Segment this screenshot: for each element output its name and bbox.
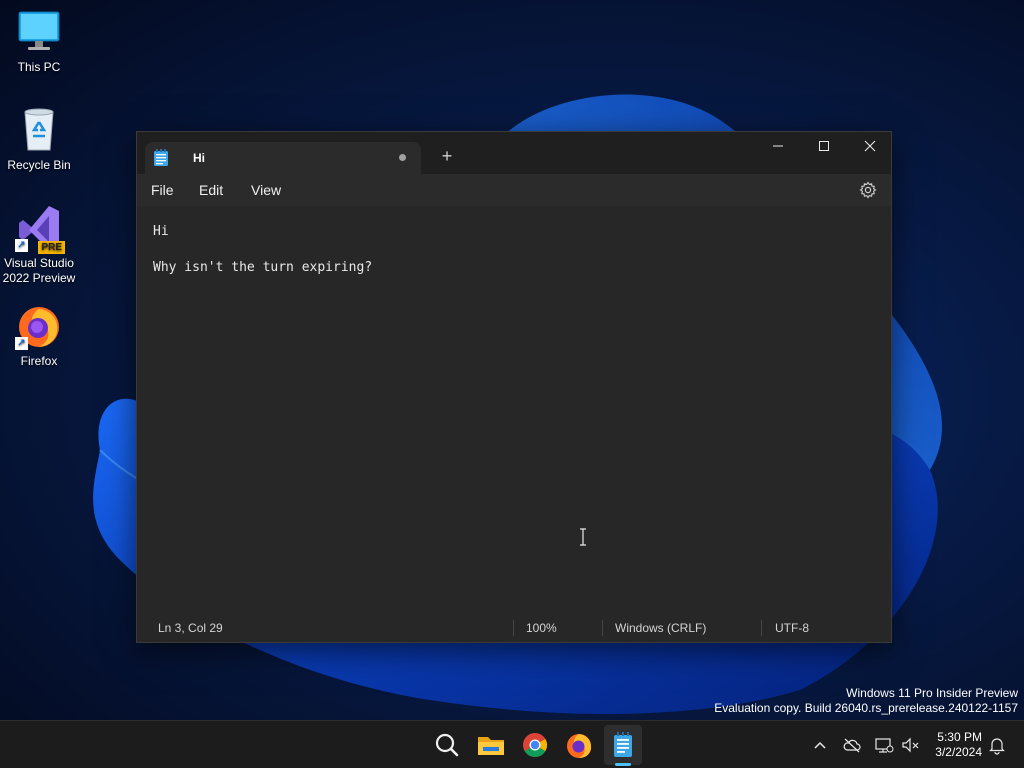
text-editor[interactable]: Hi Why isn't the turn expiring?: [137, 206, 891, 616]
cursor-position: Ln 3, Col 29: [158, 621, 223, 635]
firefox-icon: ↗: [15, 302, 63, 350]
encoding[interactable]: UTF-8: [775, 621, 809, 635]
shortcut-arrow-icon: ↗: [15, 239, 28, 252]
maximize-button[interactable]: [801, 132, 847, 162]
desktop-icon-label: 2022 Preview: [2, 271, 76, 285]
minimize-button[interactable]: [755, 132, 801, 162]
search-icon[interactable]: [431, 729, 463, 761]
settings-gear-icon[interactable]: [859, 181, 877, 199]
shortcut-arrow-icon: ↗: [15, 337, 28, 350]
editor-line: Why isn't the turn expiring?: [153, 260, 373, 275]
desktop-icon-visual-studio[interactable]: PRE ↗ Visual Studio 2022 Preview: [1, 204, 77, 286]
status-bar: Ln 3, Col 29 100% Windows (CRLF) UTF-8: [137, 614, 891, 642]
pre-badge: PRE: [38, 241, 65, 254]
file-explorer-icon[interactable]: [475, 729, 507, 761]
monitor-icon: [15, 8, 63, 56]
desktop-icon-label: Firefox: [20, 354, 58, 368]
onedrive-offline-icon[interactable]: [842, 735, 862, 755]
volume-muted-icon[interactable]: [900, 735, 920, 755]
status-divider: [602, 620, 603, 636]
system-clock[interactable]: 5:30 PM 3/2/2024: [935, 730, 982, 760]
menu-edit[interactable]: Edit: [199, 182, 223, 198]
visual-studio-icon: PRE ↗: [15, 204, 65, 254]
network-icon[interactable]: [874, 735, 894, 755]
desktop-icon-label: This PC: [17, 60, 61, 74]
desktop-icon-label: Visual Studio: [4, 256, 74, 270]
menu-bar: File Edit View: [137, 174, 891, 206]
tab-hi[interactable]: Hi: [145, 142, 421, 174]
editor-line: Hi: [153, 224, 169, 239]
menu-view[interactable]: View: [251, 182, 281, 198]
notepad-icon[interactable]: [607, 729, 639, 761]
tab-title: Hi: [193, 151, 205, 165]
taskbar: 5:30 PM 3/2/2024: [0, 720, 1024, 768]
windows-watermark: Windows 11 Pro Insider Preview Evaluatio…: [714, 686, 1018, 716]
chrome-icon[interactable]: [519, 729, 551, 761]
clock-time: 5:30 PM: [937, 730, 982, 744]
active-app-indicator: [615, 763, 631, 766]
watermark-line: Windows 11 Pro Insider Preview: [846, 686, 1018, 700]
chevron-up-icon[interactable]: [810, 735, 830, 755]
desktop-icon-firefox[interactable]: ↗ Firefox: [1, 302, 77, 369]
line-ending[interactable]: Windows (CRLF): [615, 621, 706, 635]
notepad-icon: [153, 149, 169, 167]
zoom-level[interactable]: 100%: [526, 621, 557, 635]
notepad-window: Hi + File Edit View Hi Why isn't the tur…: [136, 131, 892, 643]
desktop-icon-label: Recycle Bin: [7, 158, 71, 172]
close-button[interactable]: [847, 132, 893, 162]
unsaved-dot-icon[interactable]: [399, 154, 406, 161]
desktop-icon-recycle-bin[interactable]: Recycle Bin: [1, 106, 77, 173]
title-bar[interactable]: Hi +: [137, 132, 891, 174]
menu-file[interactable]: File: [151, 182, 174, 198]
recycle-bin-icon: [15, 106, 63, 154]
desktop-icon-this-pc[interactable]: This PC: [1, 8, 77, 75]
text-cursor-icon: [578, 528, 588, 546]
clock-date: 3/2/2024: [935, 745, 982, 759]
status-divider: [513, 620, 514, 636]
new-tab-button[interactable]: +: [435, 146, 459, 170]
notification-bell-icon[interactable]: [987, 735, 1007, 755]
status-divider: [761, 620, 762, 636]
firefox-icon[interactable]: [563, 729, 595, 761]
watermark-line: Evaluation copy. Build 26040.rs_prerelea…: [714, 701, 1018, 715]
